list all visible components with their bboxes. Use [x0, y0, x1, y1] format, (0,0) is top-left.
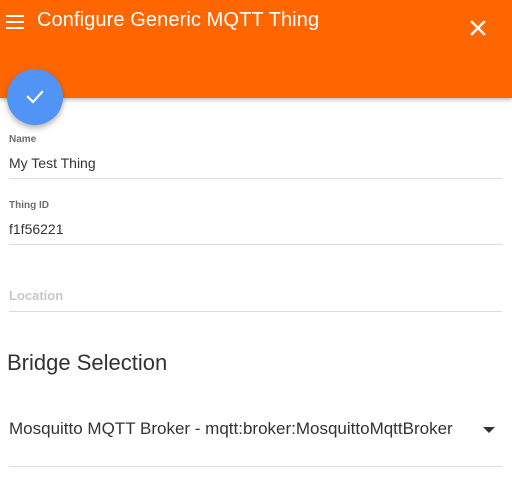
- bridge-section-title: Bridge Selection: [7, 350, 168, 375]
- toolbar: Configure Generic MQTT Thing: [0, 0, 512, 98]
- save-button[interactable]: [7, 69, 63, 125]
- name-label: Name: [9, 134, 37, 145]
- thing-id-label: Thing ID: [9, 200, 49, 211]
- caret-down-icon[interactable]: [483, 426, 495, 434]
- bridge-select[interactable]: Mosquitto MQTT Broker - mqtt:broker:Mosq…: [9, 416, 502, 467]
- bridge-underline: [9, 466, 502, 467]
- thing-id-field[interactable]: Thing ID f1f56221: [9, 200, 502, 245]
- location-underline: [9, 311, 502, 312]
- page-title: Configure Generic MQTT Thing: [37, 9, 320, 31]
- checkmark-icon: [26, 90, 44, 104]
- name-field[interactable]: Name My Test Thing: [9, 134, 502, 179]
- location-field[interactable]: Location: [9, 288, 502, 312]
- close-icon[interactable]: [467, 17, 489, 39]
- name-underline: [9, 178, 502, 179]
- hamburger-menu-icon[interactable]: [6, 15, 24, 29]
- thing-id-underline: [9, 244, 502, 245]
- bridge-selected-value: Mosquitto MQTT Broker - mqtt:broker:Mosq…: [9, 419, 453, 438]
- thing-id-input[interactable]: f1f56221: [9, 220, 502, 238]
- name-input[interactable]: My Test Thing: [9, 154, 502, 172]
- location-label: Location: [9, 288, 64, 303]
